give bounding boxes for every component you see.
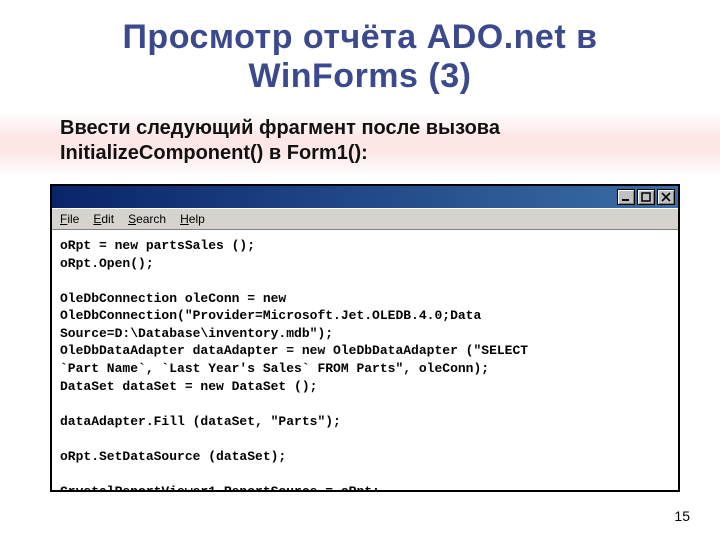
menu-file-rest: ile bbox=[67, 212, 79, 226]
minimize-icon bbox=[621, 192, 631, 202]
close-icon bbox=[661, 192, 671, 202]
minimize-button[interactable] bbox=[617, 189, 635, 205]
slide-subtitle: Ввести следующий фрагмент после вызова I… bbox=[60, 116, 680, 166]
menu-file[interactable]: File bbox=[60, 212, 79, 226]
menu-edit[interactable]: Edit bbox=[93, 212, 114, 226]
menu-bar: File Edit Search Help bbox=[52, 208, 678, 230]
menu-search[interactable]: Search bbox=[128, 212, 166, 226]
maximize-button[interactable] bbox=[637, 189, 655, 205]
close-button[interactable] bbox=[657, 189, 675, 205]
page-number: 15 bbox=[674, 508, 690, 524]
code-window: File Edit Search Help oRpt = new partsSa… bbox=[50, 184, 680, 492]
subtitle-container: Ввести следующий фрагмент после вызова I… bbox=[0, 112, 720, 176]
menu-help-rest: elp bbox=[189, 212, 205, 226]
window-titlebar bbox=[52, 186, 678, 208]
code-textarea[interactable]: oRpt = new partsSales (); oRpt.Open(); O… bbox=[52, 230, 678, 490]
menu-search-rest: earch bbox=[136, 212, 166, 226]
maximize-icon bbox=[641, 192, 651, 202]
menu-help[interactable]: Help bbox=[180, 212, 205, 226]
menu-edit-rest: dit bbox=[101, 212, 114, 226]
slide-title: Просмотр отчёта ADO.net в WinForms (3) bbox=[0, 0, 720, 106]
